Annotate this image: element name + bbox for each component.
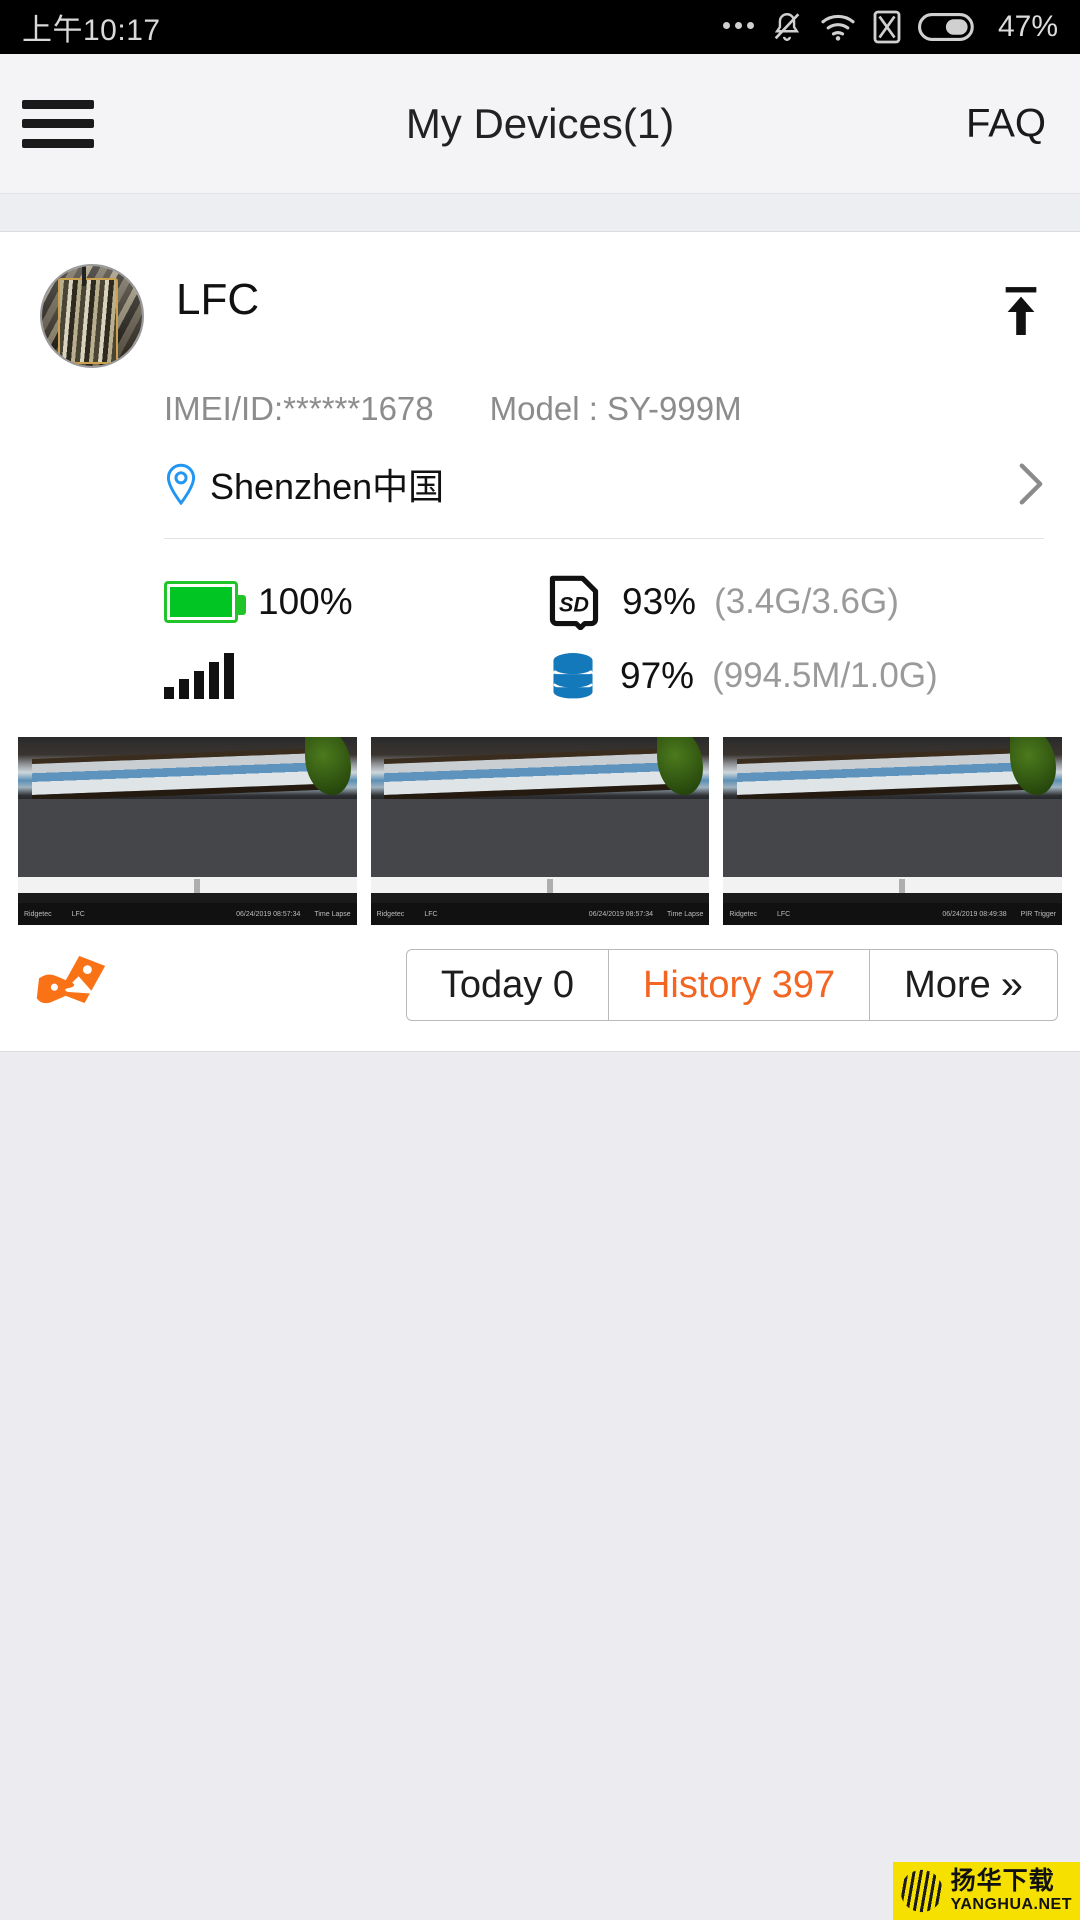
hamburger-menu-icon[interactable] <box>22 94 94 154</box>
signal-stat <box>164 653 546 699</box>
upload-antenna-icon[interactable] <box>998 284 1044 340</box>
overlay-brand: Ridgetec <box>24 910 52 918</box>
overlay-mode: PIR Trigger <box>1020 910 1057 918</box>
overlay-brand: Ridgetec <box>729 910 757 918</box>
app-header: My Devices(1) FAQ <box>0 54 1080 194</box>
overlay-device: LFC <box>776 910 791 918</box>
thumbnail-1[interactable]: Ridgetec LFC 06/24/2019 08:57:34 Time La… <box>18 737 357 925</box>
battery-stat: 100% <box>164 581 546 623</box>
wifi-icon <box>821 14 855 41</box>
sim-card-off-icon <box>873 10 901 44</box>
battery-value: 100% <box>258 581 353 622</box>
empty-area <box>0 1052 1080 1920</box>
watermark-cn: 扬华下载 <box>950 1867 1055 1895</box>
watermark-text: 扬华下载 YANGHUA.NET <box>951 1869 1072 1913</box>
device-location-row[interactable]: Shenzhen中国 <box>0 428 1080 510</box>
card-bottom-border <box>0 1051 1080 1052</box>
device-location: Shenzhen中国 <box>210 466 445 507</box>
photo-hand-icon[interactable] <box>34 952 110 1018</box>
stats-row-1: 100% SD 93% (3.4G/3.6G) <box>164 565 1044 639</box>
overlay-device: LFC <box>424 910 438 918</box>
bell-muted-icon <box>774 13 800 41</box>
device-imei: IMEI/ID:******1678 <box>164 390 434 427</box>
device-model: Model : SY-999M <box>489 390 742 427</box>
watermark-globe-icon <box>898 1868 945 1914</box>
device-card-header: LFC <box>0 232 1080 368</box>
overlay-brand: Ridgetec <box>376 910 405 918</box>
page-title: My Devices(1) <box>405 99 675 147</box>
overlay-device: LFC <box>71 910 85 918</box>
map-pin-icon <box>166 463 196 505</box>
overlay-datetime: 06/24/2019 08:57:34 <box>588 910 654 918</box>
sd-card-icon: SD <box>549 575 599 630</box>
chevron-right-icon[interactable] <box>1018 462 1044 506</box>
data-stat: 97% (994.5M/1.0G) <box>546 649 1044 703</box>
stats-row-2: 97% (994.5M/1.0G) <box>164 639 1044 713</box>
overlay-datetime: 06/24/2019 08:57:34 <box>236 910 301 918</box>
device-stats: 100% SD 93% (3.4G/3.6G) 97% (994.5M/1.0G… <box>0 539 1080 713</box>
double-chevron-right-icon: » <box>1000 962 1023 1007</box>
overlay-mode: Time Lapse <box>314 910 351 918</box>
svg-text:SD: SD <box>559 593 589 617</box>
overlay-datetime: 06/24/2019 08:49:38 <box>942 910 1007 918</box>
thumbnail-overlay: Ridgetec LFC 06/24/2019 08:57:34 Time La… <box>18 903 357 925</box>
section-gap <box>0 194 1080 232</box>
today-button[interactable]: Today 0 <box>407 950 609 1020</box>
data-value: 97% <box>620 655 695 696</box>
more-label: More <box>904 963 991 1006</box>
status-bar-battery-percent: 47% <box>997 10 1058 43</box>
device-name-wrap: LFC <box>144 264 1046 368</box>
watermark-en: YANGHUA.NET <box>950 1896 1072 1913</box>
device-actions: Today 0 History 397 More » <box>0 925 1080 1051</box>
action-button-group: Today 0 History 397 More » <box>405 949 1058 1021</box>
battery-full-icon <box>164 581 246 623</box>
device-card[interactable]: LFC IMEI/ID:******1678 Model : SY-999M S… <box>0 232 1080 1052</box>
thumbnail-overlay: Ridgetec LFC 06/24/2019 08:57:34 Time La… <box>370 903 710 925</box>
device-meta-row: IMEI/ID:******1678 Model : SY-999M <box>0 368 1080 428</box>
battery-icon <box>917 13 974 41</box>
watermark: 扬华下载 YANGHUA.NET <box>892 1862 1080 1920</box>
phone-screen: 上午10:17 47% My Devices(1) FAQ LFC IMEI/I… <box>0 0 1080 1920</box>
thumbnail-overlay: Ridgetec LFC 06/24/2019 08:49:38 PIR Tri… <box>723 903 1063 925</box>
history-button[interactable]: History 397 <box>609 950 871 1020</box>
status-bar-icons: 47% <box>722 9 1058 45</box>
more-button[interactable]: More » <box>870 950 1057 1020</box>
device-name: LFC <box>176 275 260 324</box>
device-avatar[interactable] <box>40 264 144 368</box>
sdcard-detail: (3.4G/3.6G) <box>714 582 899 621</box>
data-detail: (994.5M/1.0G) <box>712 656 938 695</box>
status-bar: 上午10:17 47% <box>0 0 1080 54</box>
signal-bars-icon <box>164 653 234 699</box>
thumbnail-3[interactable]: Ridgetec LFC 06/24/2019 08:49:38 PIR Tri… <box>723 737 1063 925</box>
database-icon <box>553 653 593 699</box>
thumbnail-strip: Ridgetec LFC 06/24/2019 08:57:34 Time La… <box>0 713 1080 925</box>
more-dots-icon <box>722 21 754 33</box>
faq-button[interactable]: FAQ <box>966 101 1046 146</box>
thumbnail-2[interactable]: Ridgetec LFC 06/24/2019 08:57:34 Time La… <box>370 737 710 925</box>
sdcard-value: 93% <box>622 581 697 622</box>
overlay-mode: Time Lapse <box>667 910 704 918</box>
status-bar-time: 上午10:17 <box>22 14 161 47</box>
sdcard-stat: SD 93% (3.4G/3.6G) <box>546 574 1044 630</box>
